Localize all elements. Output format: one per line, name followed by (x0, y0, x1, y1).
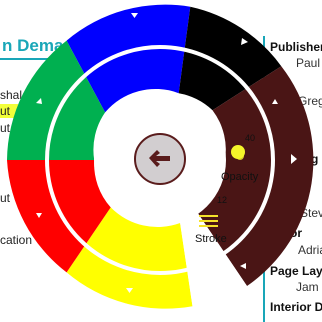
stroke-line-icon (199, 220, 218, 222)
stroke-label[interactable]: Stroke (195, 233, 227, 245)
radial-pen-menu: 40 Opacity 12 Stroke (7, 4, 314, 309)
back-button[interactable] (134, 133, 186, 185)
stroke-value: 12 (217, 195, 227, 205)
stroke-line-icon (199, 215, 218, 217)
stroke-line-icon (199, 225, 218, 227)
opacity-dot-small-icon (236, 152, 244, 160)
opacity-label[interactable]: Opacity (221, 171, 259, 183)
opacity-value: 40 (245, 133, 255, 143)
